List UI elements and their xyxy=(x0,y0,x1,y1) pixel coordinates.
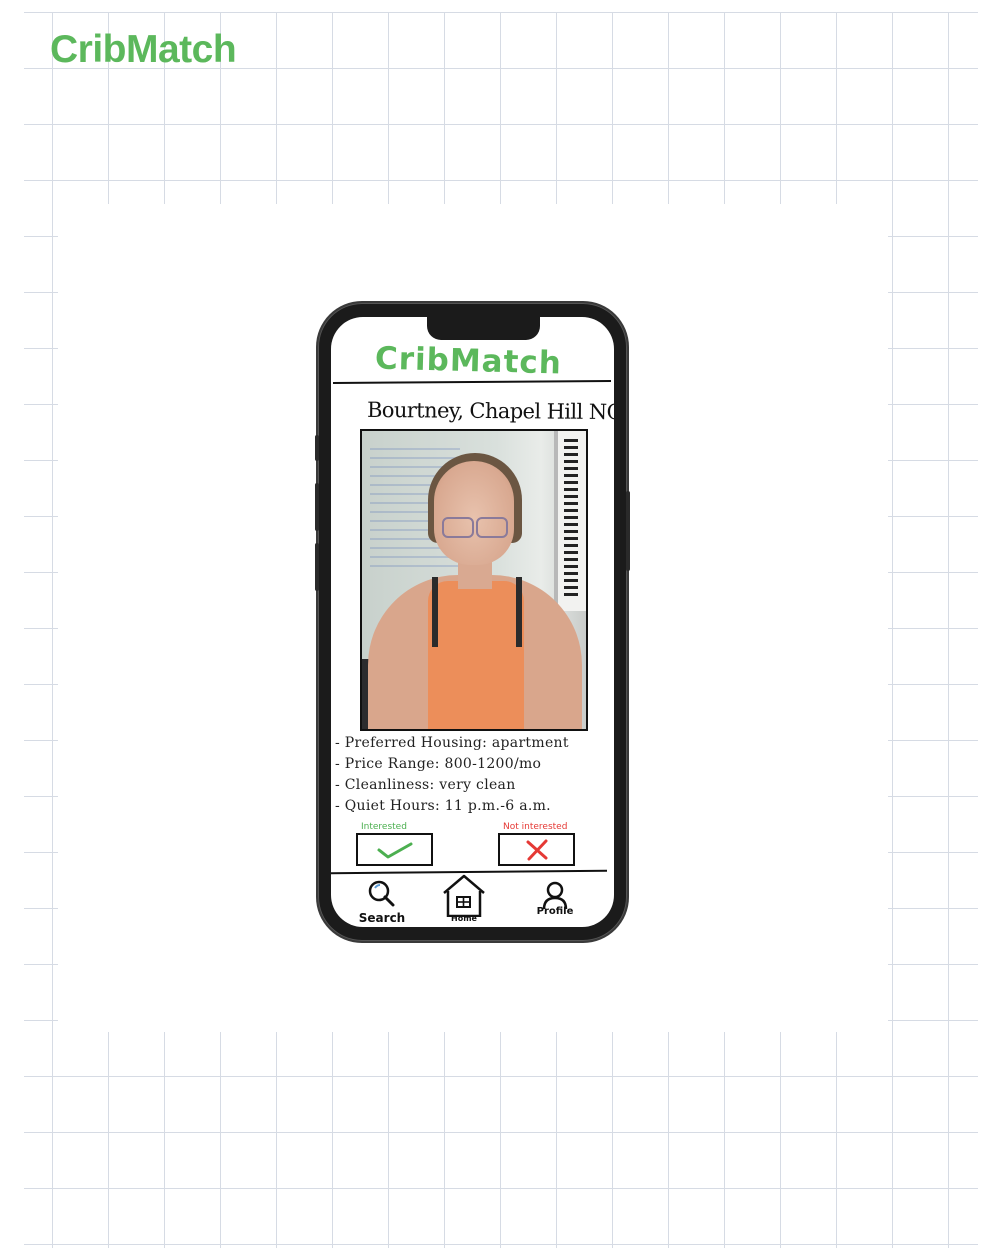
checkmark-icon xyxy=(377,842,412,858)
nav-profile-label: Profile xyxy=(536,906,574,917)
phone-volume-up xyxy=(315,483,319,531)
detail-preferred-housing: - Preferred Housing: apartment xyxy=(335,735,569,751)
phone-side-button xyxy=(315,435,319,461)
close-icon xyxy=(526,839,547,860)
phone-power-button xyxy=(626,491,630,571)
nav-profile[interactable]: Profile xyxy=(533,881,577,918)
photo-tank-top xyxy=(428,581,524,729)
interested-button[interactable] xyxy=(356,833,433,866)
detail-price-range: - Price Range: 800-1200/mo xyxy=(335,756,542,772)
photo-glasses xyxy=(442,517,508,538)
app-logo: CribMatch xyxy=(374,340,563,382)
page-title: CribMatch xyxy=(50,28,237,71)
profile-details: - Preferred Housing: apartment - Price R… xyxy=(335,735,611,819)
phone-notch xyxy=(427,317,540,340)
photo-strap-left xyxy=(432,577,438,647)
photo-poster xyxy=(554,431,586,611)
profile-name-location: Bourtney, Chapel Hill NC xyxy=(366,397,614,425)
detail-quiet-hours: - Quiet Hours: 11 p.m.-6 a.m. xyxy=(335,798,551,814)
nav-home[interactable]: Home xyxy=(439,873,489,923)
profile-photo xyxy=(360,429,588,731)
search-icon xyxy=(368,880,395,907)
photo-face xyxy=(434,461,514,565)
home-icon xyxy=(443,874,485,918)
nav-search[interactable]: Search xyxy=(355,879,409,924)
nav-search-label: Search xyxy=(358,911,406,925)
phone-mockup: CribMatch Bourtney, Chapel Hill NC - Pre… xyxy=(315,303,630,941)
photo-strap-right xyxy=(516,577,522,647)
phone-volume-down xyxy=(315,543,319,591)
interested-label: Interested xyxy=(361,822,407,832)
detail-cleanliness: - Cleanliness: very clean xyxy=(335,777,516,793)
not-interested-button[interactable] xyxy=(498,833,575,866)
not-interested-label: Not interested xyxy=(503,822,568,832)
header-divider xyxy=(332,380,612,384)
phone-screen: CribMatch Bourtney, Chapel Hill NC - Pre… xyxy=(331,317,614,927)
profile-icon xyxy=(542,881,568,910)
